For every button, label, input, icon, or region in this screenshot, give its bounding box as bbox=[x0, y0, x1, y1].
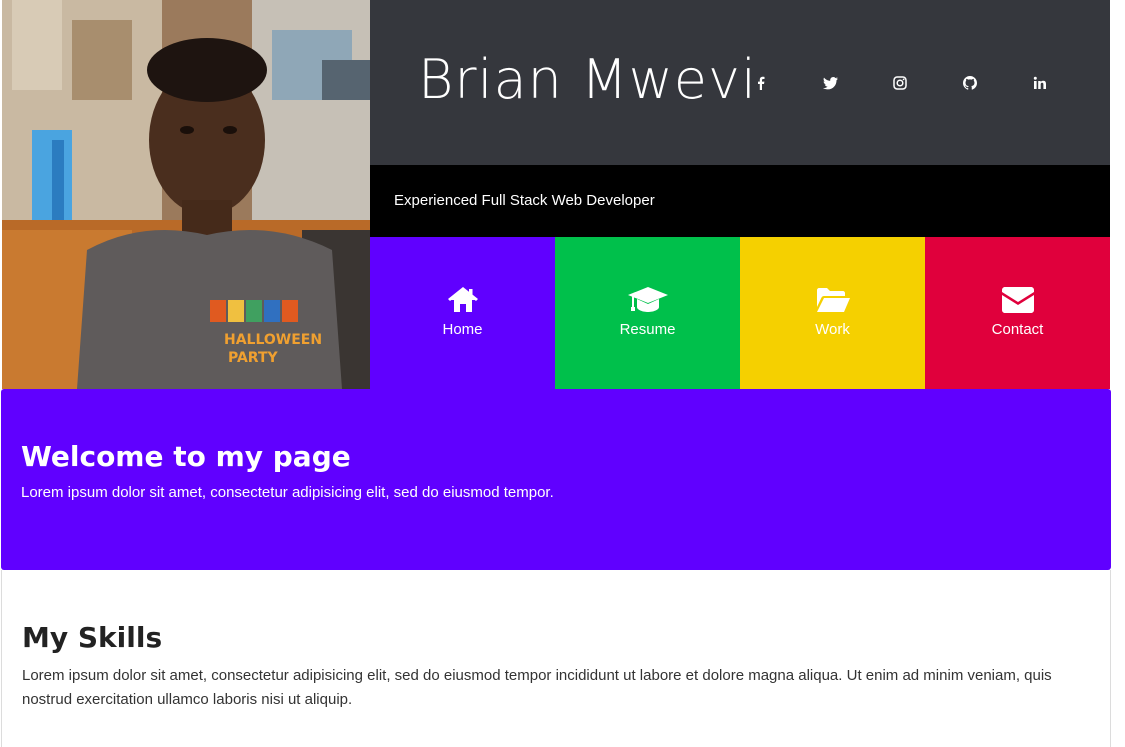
nav-label-contact: Contact bbox=[991, 321, 1044, 338]
linkedin-link[interactable] bbox=[1021, 64, 1059, 102]
twitter-icon bbox=[822, 76, 838, 89]
shirt-text-line1: HALLOWEEN bbox=[224, 332, 322, 348]
site-title: Brian Mwevi bbox=[418, 48, 757, 111]
tagline-bar: Experienced Full Stack Web Developer bbox=[370, 165, 1110, 237]
skills-heading: My Skills bbox=[22, 621, 163, 654]
github-icon bbox=[963, 76, 977, 90]
facebook-icon bbox=[758, 76, 765, 90]
page: HALLOWEEN PARTY Brian Mwevi Experienced … bbox=[0, 0, 1125, 747]
folder-open-icon bbox=[816, 288, 850, 312]
graduation-cap-icon bbox=[627, 287, 668, 312]
social-links bbox=[742, 64, 1078, 102]
skills-text: Lorem ipsum dolor sit amet, consectetur … bbox=[22, 667, 1052, 708]
welcome-heading: Welcome to my page bbox=[21, 440, 351, 473]
skills-section: My Skills Lorem ipsum dolor sit amet, co… bbox=[1, 570, 1111, 747]
linkedin-icon bbox=[1033, 76, 1046, 89]
tagline: Experienced Full Stack Web Developer bbox=[394, 192, 655, 209]
envelope-icon bbox=[1001, 287, 1034, 313]
github-link[interactable] bbox=[951, 64, 989, 102]
nav-label-resume: Resume bbox=[619, 321, 676, 338]
twitter-link[interactable] bbox=[811, 64, 849, 102]
nav-label-work: Work bbox=[815, 321, 850, 338]
nav-tile-home[interactable]: Home bbox=[370, 237, 555, 389]
nav-tile-contact[interactable]: Contact bbox=[925, 237, 1110, 389]
instagram-link[interactable] bbox=[881, 64, 919, 102]
welcome-text: Lorem ipsum dolor sit amet, consectetur … bbox=[21, 484, 554, 501]
facebook-link[interactable] bbox=[742, 64, 780, 102]
nav-label-home: Home bbox=[442, 321, 483, 338]
nav-tile-work[interactable]: Work bbox=[740, 237, 925, 389]
welcome-section: Welcome to my page Lorem ipsum dolor sit… bbox=[1, 389, 1111, 570]
profile-photo: HALLOWEEN PARTY bbox=[2, 0, 370, 389]
instagram-icon bbox=[893, 76, 907, 90]
home-icon bbox=[447, 287, 478, 312]
header: Brian Mwevi bbox=[370, 0, 1110, 165]
main-nav: Home Resume Work Contact bbox=[370, 237, 1110, 389]
shirt-text-line2: PARTY bbox=[228, 350, 279, 366]
nav-tile-resume[interactable]: Resume bbox=[555, 237, 740, 389]
